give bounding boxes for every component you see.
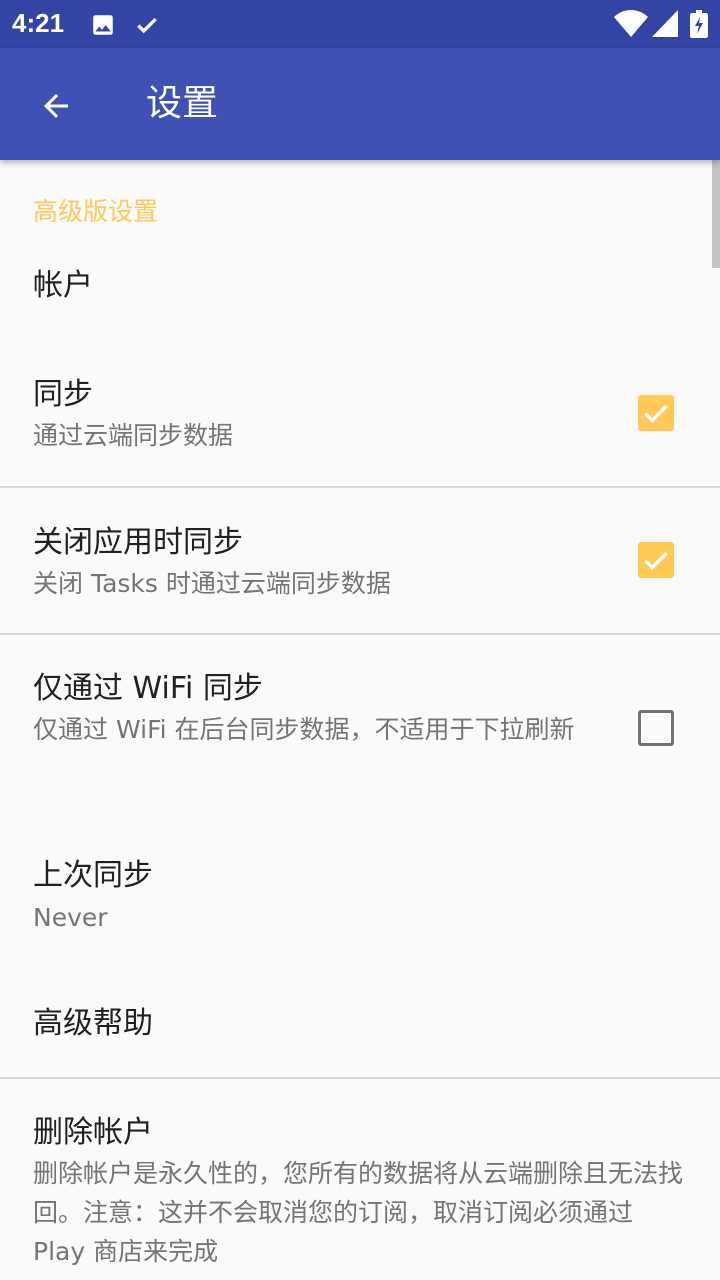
pref-last-sync-summary: Never [33,903,108,932]
signal-icon [652,10,678,42]
pref-last-sync[interactable]: 上次同步 Never [0,835,720,950]
status-bar: 4:21 [0,0,720,48]
pref-wifi-only[interactable]: 仅通过 WiFi 同步 仅通过 WiFi 在后台同步数据，不适用于下拉刷新 [0,635,720,820]
pref-account[interactable]: 帐户 [0,250,720,334]
pref-delete-account-title: 删除帐户 [33,1115,153,1150]
category-title-premium: 高级版设置 [33,197,159,226]
status-time: 4:21 [12,8,65,38]
pref-sync-title: 同步 [33,377,93,412]
arrow-back-icon [38,88,74,128]
pref-sync-on-close[interactable]: 关闭应用时同步 关闭 Tasks 时通过云端同步数据 [0,488,720,633]
back-button[interactable] [24,80,88,130]
app-bar: 设置 [0,48,720,160]
pref-sync-on-close-summary: 关闭 Tasks 时通过云端同步数据 [33,569,391,598]
check-icon [644,404,668,424]
pref-premium-help-title: 高级帮助 [33,1006,153,1041]
pref-account-title: 帐户 [33,268,93,303]
sync-on-close-checkbox[interactable] [638,542,674,578]
pref-delete-account-summary: 删除帐户是永久性的，您所有的数据将从云端删除且无法找回。注意：这并不会取消您的订… [33,1159,684,1266]
pref-sync-summary: 通过云端同步数据 [33,421,234,450]
pref-wifi-only-title: 仅通过 WiFi 同步 [33,671,263,706]
pref-delete-account[interactable]: 删除帐户 删除帐户是永久性的，您所有的数据将从云端删除且无法找回。注意：这并不会… [0,1079,720,1280]
pref-last-sync-title: 上次同步 [33,858,153,893]
pref-wifi-only-summary: 仅通过 WiFi 在后台同步数据，不适用于下拉刷新 [33,715,575,744]
wifi-only-checkbox[interactable] [638,710,674,746]
pref-sync[interactable]: 同步 通过云端同步数据 [0,360,720,486]
wifi-icon [614,10,648,42]
page-title: 设置 [146,83,219,124]
battery-icon [690,10,708,42]
check-icon [644,551,668,571]
check-icon [134,12,160,42]
pref-sync-on-close-title: 关闭应用时同步 [33,525,243,560]
pref-premium-help[interactable]: 高级帮助 [0,975,720,1075]
image-icon [90,12,116,42]
sync-checkbox[interactable] [638,395,674,431]
